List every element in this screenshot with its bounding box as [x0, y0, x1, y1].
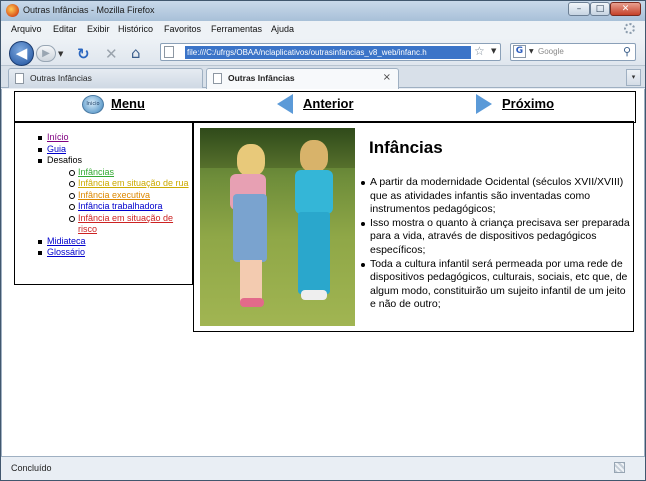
search-box[interactable]: G ▼ Google ⚲	[510, 43, 636, 61]
children-photo	[200, 128, 355, 326]
close-tab-icon[interactable]: ×	[383, 72, 391, 83]
menu-historico[interactable]: Histórico	[118, 24, 153, 34]
bookmark-star-icon[interactable]: ☆	[474, 44, 485, 58]
sidebar-link-guia[interactable]: Guia	[47, 144, 66, 154]
tab-list-button[interactable]: ▾	[626, 69, 641, 86]
menu-editar[interactable]: Editar	[53, 24, 77, 34]
page-nav-bar: Inicio Menu Anterior Próximo	[14, 91, 636, 123]
page-content: Inicio Menu Anterior Próximo Início Guia…	[1, 89, 645, 456]
address-bar[interactable]: file:///C:/ufrgs/OBAA/nclaplicativos/out…	[160, 43, 501, 61]
sidebar-list: Início Guia Desafios Infâncias Infância …	[23, 132, 192, 259]
article-title: Infâncias	[369, 138, 443, 157]
tab-label: Outras Infâncias	[228, 73, 295, 83]
menu-ajuda[interactable]: Ajuda	[271, 24, 294, 34]
firefox-icon	[6, 4, 19, 17]
previous-arrow-icon[interactable]	[277, 94, 293, 114]
status-bar: Concluído	[1, 456, 645, 480]
home-icon[interactable]: ⌂	[131, 44, 141, 62]
sidebar-item-glossario: Glossário	[23, 247, 192, 259]
close-button[interactable]: ✕	[610, 2, 641, 16]
sidebar-item-infancia-trabalhadora: Infância trabalhadora	[23, 201, 192, 213]
page-icon	[15, 73, 24, 84]
back-button[interactable]: ◀	[9, 41, 34, 66]
sidebar-link-inicio[interactable]: Início	[47, 132, 69, 142]
sidebar-link-midiateca[interactable]: Midiateca	[47, 236, 86, 246]
sidebar-link-infancias[interactable]: Infâncias	[78, 167, 114, 177]
sidebar-item-midiateca: Midiateca	[23, 236, 192, 248]
menu-icon[interactable]: Inicio	[82, 95, 104, 114]
article-bullet: Toda a cultura infantil será permeada po…	[360, 258, 630, 312]
menu-bar: Arquivo Editar Exibir Histórico Favorito…	[1, 21, 645, 38]
throbber-icon	[624, 23, 635, 34]
menu-link[interactable]: Menu	[111, 96, 145, 111]
sidebar-item-guia: Guia	[23, 144, 192, 156]
article-bullets: A partir da modernidade Ocidental (sécul…	[360, 176, 630, 312]
menu-ferramentas[interactable]: Ferramentas	[211, 24, 262, 34]
next-arrow-icon[interactable]	[476, 94, 492, 114]
menu-arquivo[interactable]: Arquivo	[11, 24, 42, 34]
title-bar: Outras Infâncias - Mozilla Firefox – □ ✕	[1, 1, 645, 21]
page-icon	[213, 73, 222, 84]
tab-outras-infancias-2[interactable]: Outras Infâncias ×	[206, 68, 399, 89]
minimize-button[interactable]: –	[568, 2, 590, 16]
menu-favoritos[interactable]: Favoritos	[164, 24, 201, 34]
sidebar-item-infancia-executiva: Infância executiva	[23, 190, 192, 202]
sidebar-menu: Início Guia Desafios Infâncias Infância …	[14, 121, 193, 285]
sidebar-label-desafios: Desafios	[47, 155, 83, 165]
sidebar-item-infancias: Infâncias	[23, 167, 192, 179]
sidebar-item-desafios: Desafios	[23, 155, 192, 167]
reload-icon[interactable]: ↻	[77, 45, 90, 63]
navigation-toolbar: ◀ ▶ ▼ ↻ ✕ ⌂ file:///C:/ufrgs/OBAA/nclapl…	[1, 38, 645, 66]
page-icon	[164, 46, 174, 58]
window-title: Outras Infâncias - Mozilla Firefox	[23, 5, 155, 15]
tab-label: Outras Infâncias	[30, 73, 92, 83]
stop-icon[interactable]: ✕	[105, 45, 118, 63]
url-text[interactable]: file:///C:/ufrgs/OBAA/nclaplicativos/out…	[185, 46, 471, 59]
history-dropdown-icon[interactable]: ▼	[58, 50, 63, 58]
status-text: Concluído	[11, 463, 52, 473]
browser-window: Outras Infâncias - Mozilla Firefox – □ ✕…	[0, 0, 646, 481]
article-bullet: A partir da modernidade Ocidental (sécul…	[360, 176, 630, 217]
sidebar-item-inicio: Início	[23, 132, 192, 144]
sidebar-link-infancia-rua[interactable]: Infância em situação de rua	[78, 178, 189, 188]
menu-exibir[interactable]: Exibir	[87, 24, 110, 34]
sidebar-item-infancia-risco: Infância em situação de risco	[23, 213, 192, 236]
search-engine-dropdown-icon[interactable]: ▼	[529, 48, 534, 55]
search-placeholder: Google	[538, 47, 564, 56]
sidebar-item-infancia-rua: Infância em situação de rua	[23, 178, 192, 190]
tab-outras-infancias-1[interactable]: Outras Infâncias	[8, 68, 203, 88]
sidebar-link-infancia-risco[interactable]: Infância em situação de risco	[78, 213, 173, 235]
previous-link[interactable]: Anterior	[303, 96, 354, 111]
sidebar-link-infancia-executiva[interactable]: Infância executiva	[78, 190, 150, 200]
maximize-button[interactable]: □	[590, 2, 610, 16]
article-panel: Infâncias A partir da modernidade Ociden…	[193, 121, 634, 332]
next-link[interactable]: Próximo	[502, 96, 554, 111]
search-icon[interactable]: ⚲	[623, 45, 631, 58]
forward-button[interactable]: ▶	[36, 45, 56, 62]
sidebar-link-glossario[interactable]: Glossário	[47, 247, 85, 257]
article-bullet: Isso mostra o quanto à criança precisava…	[360, 217, 630, 258]
google-icon[interactable]: G	[513, 45, 526, 58]
sidebar-link-infancia-trabalhadora[interactable]: Infância trabalhadora	[78, 201, 163, 211]
tab-bar: Outras Infâncias Outras Infâncias × ▾	[1, 66, 645, 89]
resize-grip-icon[interactable]	[614, 462, 625, 473]
url-dropdown-icon[interactable]: ▼	[491, 47, 496, 55]
